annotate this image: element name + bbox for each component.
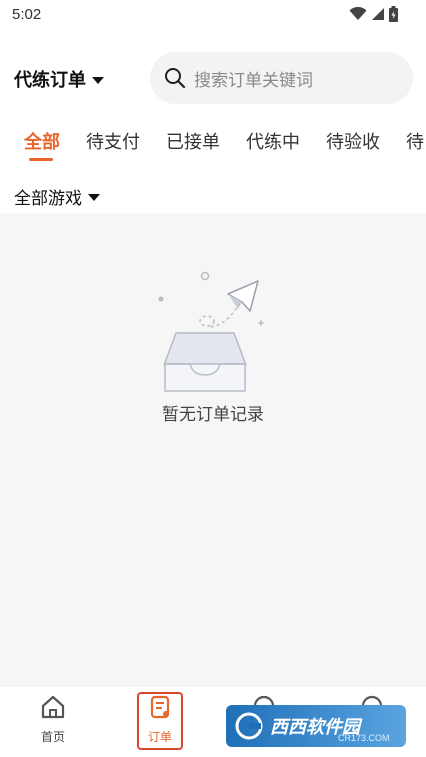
empty-box-illustration bbox=[158, 271, 264, 392]
search-input[interactable]: 搜索订单关键词 bbox=[150, 52, 413, 104]
search-placeholder: 搜索订单关键词 bbox=[194, 70, 313, 90]
game-filter-dropdown[interactable]: 全部游戏 bbox=[14, 184, 100, 209]
wifi-icon bbox=[349, 7, 367, 20]
nav-home[interactable]: 首页 bbox=[23, 694, 83, 745]
watermark-logo-icon bbox=[235, 712, 263, 740]
home-icon bbox=[41, 695, 65, 719]
order-status-tabs: 全部 待支付 已接单 代练中 待验收 待 bbox=[0, 118, 426, 164]
nav-orders-label: 订单 bbox=[147, 730, 172, 744]
status-icons bbox=[349, 6, 398, 22]
nav-home-label: 首页 bbox=[40, 730, 65, 744]
tab-pending-acceptance[interactable]: 待验收 bbox=[326, 128, 380, 154]
order-type-label: 代练订单 bbox=[14, 70, 86, 90]
status-time: 5:02 bbox=[12, 6, 42, 23]
caret-down-icon bbox=[88, 194, 100, 201]
game-filter-label: 全部游戏 bbox=[14, 189, 82, 208]
nav-orders[interactable]: 订单 bbox=[130, 694, 190, 745]
watermark-logo: 西西软件园 CR173.COM bbox=[226, 705, 406, 747]
status-bar: 5:02 bbox=[0, 0, 426, 30]
empty-state-text: 暂无订单记录 bbox=[162, 405, 264, 424]
order-type-dropdown[interactable]: 代练订单 bbox=[14, 66, 104, 92]
order-list-area[interactable]: 暂无订单记录 bbox=[0, 213, 426, 685]
battery-icon bbox=[389, 6, 398, 22]
active-tab-indicator bbox=[29, 158, 53, 161]
caret-down-icon bbox=[92, 76, 104, 84]
tab-overflow[interactable]: 待 bbox=[406, 128, 424, 154]
header: 代练订单 搜索订单关键词 bbox=[0, 48, 426, 108]
tab-pending-payment[interactable]: 待支付 bbox=[86, 128, 140, 154]
search-icon bbox=[165, 68, 186, 89]
order-icon bbox=[150, 695, 170, 719]
tab-accepted[interactable]: 已接单 bbox=[166, 128, 220, 154]
tab-all[interactable]: 全部 bbox=[24, 128, 60, 154]
tab-in-progress[interactable]: 代练中 bbox=[246, 128, 300, 154]
signal-icon bbox=[372, 8, 384, 20]
watermark-url: CR173.COM bbox=[338, 733, 390, 743]
